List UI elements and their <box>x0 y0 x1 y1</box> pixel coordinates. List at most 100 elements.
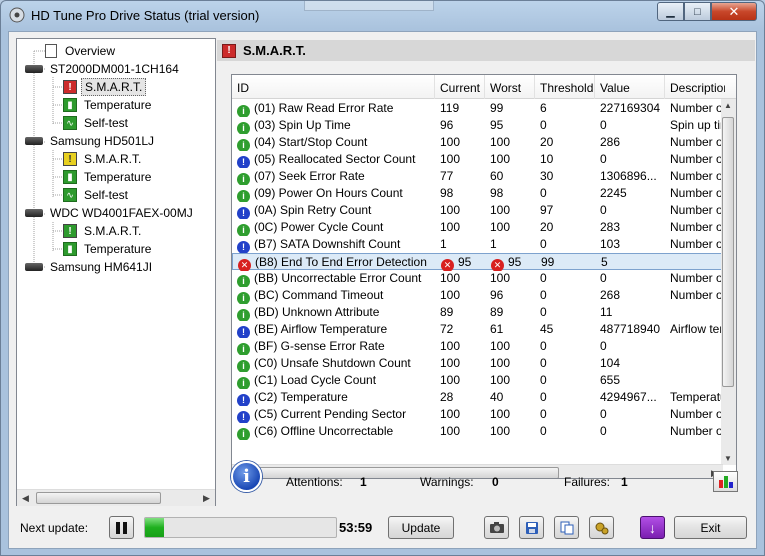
cell-text: 100 <box>490 152 511 166</box>
cell-text: 100 <box>490 424 511 438</box>
scroll-up-arrow-icon[interactable]: ▲ <box>724 101 732 110</box>
scroll-thumb[interactable] <box>36 492 161 504</box>
hard-drive-icon <box>25 65 43 73</box>
table-row[interactable]: i (BC) Command Timeout 100 96 0 268 Number of <box>232 287 725 304</box>
table-row[interactable]: ! (BE) Airflow Temperature 72 61 45 487718940… <box>232 321 725 338</box>
options-button[interactable] <box>589 516 614 539</box>
chart-bar-icon <box>718 480 723 488</box>
cell-threshold: 0 <box>535 117 595 134</box>
cell-text: 0 <box>540 356 547 370</box>
cell-text: Number of <box>670 288 725 302</box>
update-button[interactable]: Update <box>388 516 454 539</box>
tree-item-overview[interactable]: Overview <box>45 42 118 60</box>
scroll-thumb[interactable] <box>722 117 734 387</box>
close-button[interactable]: ✕ <box>711 2 757 21</box>
tree-item-drive[interactable]: Samsung HM641JI <box>25 258 155 276</box>
tree-item-smart-green[interactable]: ! S.M.A.R.T. <box>63 222 144 240</box>
ok-status-icon: i <box>237 428 250 440</box>
cell-text: 95 <box>458 255 472 269</box>
ok-status-icon: i <box>237 173 250 185</box>
client-area: Overview ST2000DM001-1CH164! S.M.A.R.T. ▮ Te… <box>8 31 757 549</box>
cell-desc: Number of <box>665 202 725 219</box>
table-row[interactable]: i (C1) Load Cycle Count 100 100 0 655 <box>232 372 722 389</box>
scroll-left-arrow-icon[interactable]: ◀ <box>17 490 34 506</box>
table-row[interactable]: i (01) Raw Read Error Rate 119 99 6 227169304… <box>232 100 725 117</box>
cell-text: 61 <box>490 322 504 336</box>
cell-text: 28 <box>440 390 454 404</box>
tree-item-smart-yellow[interactable]: ! S.M.A.R.T. <box>63 150 144 168</box>
table-vertical-scrollbar[interactable]: ▲ ▼ <box>721 99 736 465</box>
close-icon: ✕ <box>728 3 740 19</box>
scroll-down-arrow-icon[interactable]: ▼ <box>724 454 732 463</box>
ok-status-icon: i <box>237 105 250 117</box>
column-header-current[interactable]: Current <box>435 75 485 99</box>
cell-current: 100 <box>435 287 485 304</box>
pulse-icon: ∿ <box>63 116 77 130</box>
info-icon[interactable]: i <box>231 461 262 492</box>
tree-item-drive[interactable]: WDC WD4001FAEX-00MJ <box>25 204 196 222</box>
column-header-description[interactable]: Description <box>665 75 725 99</box>
table-row[interactable]: i (0C) Power Cycle Count 100 100 20 283 Number… <box>232 219 725 236</box>
ok-status-icon: i <box>237 309 250 321</box>
cell-value: 286 <box>595 134 665 151</box>
table-row[interactable]: i (C6) Offline Uncorrectable 100 100 0 0 Numbe… <box>232 423 725 440</box>
cell-current: 100 <box>435 151 485 168</box>
maximize-button[interactable]: □ <box>684 2 711 21</box>
cell-threshold: 10 <box>535 151 595 168</box>
table-row[interactable]: i (C0) Unsafe Shutdown Count 100 100 0 104 <box>232 355 722 372</box>
table-row[interactable]: ! (C5) Current Pending Sector 100 100 0 0 Numb… <box>232 406 725 423</box>
tree-item-selftest[interactable]: ∿ Self-test <box>63 114 131 132</box>
tree-horizontal-scrollbar[interactable]: ◀ ▶ <box>17 489 215 506</box>
table-row[interactable]: ! (0A) Spin Retry Count 100 100 97 0 Number of <box>232 202 725 219</box>
cell-id: i (04) Start/Stop Count <box>232 134 435 151</box>
tree-item-drive[interactable]: ST2000DM001-1CH164 <box>25 60 182 78</box>
table-row[interactable]: ✕ (B8) End To End Error Detection ✕ 95 ✕ 95 99… <box>232 253 722 271</box>
camera-icon <box>489 522 504 533</box>
table-row[interactable]: i (09) Power On Hours Count 98 98 0 2245 Numbe… <box>232 185 725 202</box>
column-header-threshold[interactable]: Threshold <box>535 75 595 99</box>
exit-button[interactable]: Exit <box>674 516 747 539</box>
attention-status-icon: ! <box>237 207 250 219</box>
table-row[interactable]: ! (C2) Temperature 28 40 0 4294967... Temperat… <box>232 389 725 406</box>
chart-button[interactable] <box>713 471 738 492</box>
smart-attribute-table[interactable]: ID Current Worst Threshold Value Descrip… <box>231 74 737 479</box>
drive-tree[interactable]: Overview ST2000DM001-1CH164! S.M.A.R.T. ▮ Te… <box>16 38 216 506</box>
tree-item-drive[interactable]: Samsung HD501LJ <box>25 132 157 150</box>
column-header-worst[interactable]: Worst <box>485 75 535 99</box>
cell-value: 655 <box>595 372 665 389</box>
table-row[interactable]: ! (05) Reallocated Sector Count 100 100 10 0 N… <box>232 151 725 168</box>
save-button[interactable] <box>519 516 544 539</box>
title-bar[interactable]: HD Tune Pro Drive Status (trial version)… <box>1 1 764 31</box>
tree-item-temp[interactable]: ▮ Temperature <box>63 168 154 186</box>
column-header-id[interactable]: ID <box>232 75 435 99</box>
pause-button[interactable] <box>109 516 134 539</box>
update-button-label: Update <box>401 520 441 535</box>
table-row[interactable]: i (BD) Unknown Attribute 89 89 0 11 <box>232 304 722 321</box>
table-row[interactable]: i (BF) G-sense Error Rate 100 100 0 0 <box>232 338 722 355</box>
cell-text: (C5) Current Pending Sector <box>254 407 407 421</box>
tree-item-smart-red[interactable]: ! S.M.A.R.T. <box>63 78 147 96</box>
cell-text: 227169304 <box>600 101 661 115</box>
table-row[interactable]: i (BB) Uncorrectable Error Count 100 100 0 0 N… <box>232 270 725 287</box>
table-row[interactable]: ! (B7) SATA Downshift Count 1 1 0 103 Number o… <box>232 236 725 253</box>
cell-text: 0 <box>600 203 607 217</box>
table-row[interactable]: i (07) Seek Error Rate 77 60 30 1306896... Num… <box>232 168 725 185</box>
copy-button[interactable] <box>554 516 579 539</box>
minimize-button[interactable]: ▁ <box>657 2 684 21</box>
minimize-to-tray-button[interactable]: ↓ <box>640 516 665 539</box>
screenshot-button[interactable] <box>484 516 509 539</box>
table-row[interactable]: i (04) Start/Stop Count 100 100 20 286 Number … <box>232 134 725 151</box>
table-row[interactable]: i (03) Spin Up Time 96 95 0 0 Spin up tim <box>232 117 725 134</box>
cell-text: 11 <box>600 305 613 319</box>
cell-id: ! (B7) SATA Downshift Count <box>232 236 435 253</box>
cell-desc <box>665 372 725 389</box>
column-header-value[interactable]: Value <box>595 75 665 99</box>
cell-desc: Spin up tim <box>665 117 725 134</box>
cell-desc: Number of <box>665 168 725 185</box>
chart-bar-icon <box>723 476 728 488</box>
tree-item-label: ST2000DM001-1CH164 <box>50 62 179 76</box>
tree-item-temp[interactable]: ▮ Temperature <box>63 96 154 114</box>
tree-item-selftest[interactable]: ∿ Self-test <box>63 186 131 204</box>
scroll-right-arrow-icon[interactable]: ▶ <box>198 490 215 506</box>
tree-item-temp[interactable]: ▮ Temperature <box>63 240 154 258</box>
